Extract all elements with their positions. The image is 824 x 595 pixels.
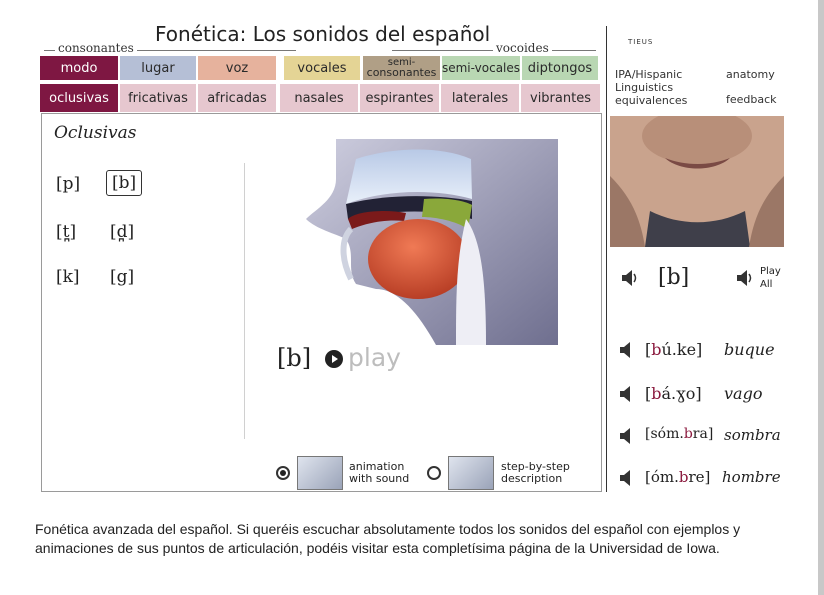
- example-4-speaker-icon[interactable]: [618, 468, 636, 488]
- scrollbar-strip: [818, 0, 824, 595]
- tab-oclusivas[interactable]: oclusivas: [40, 84, 118, 112]
- phoneme-b-selected[interactable]: [b]: [106, 170, 143, 196]
- example-1-ipa: [bú.ke]: [645, 340, 702, 359]
- tab-fricativas[interactable]: fricativas: [120, 84, 196, 112]
- speaker-icon[interactable]: [620, 268, 638, 288]
- tab-semiconsonantes-bottom: consonantes: [366, 66, 437, 79]
- tab-modo[interactable]: modo: [40, 56, 118, 80]
- example-1-highlight: b: [651, 340, 662, 359]
- anatomy-link[interactable]: anatomy: [726, 68, 775, 81]
- example-4-word: hombre: [722, 468, 781, 486]
- example-4-pre: [óm.: [645, 468, 679, 486]
- example-2-ipa: [bá.ɣo]: [645, 384, 702, 403]
- tieus-logo: TIEUS: [628, 38, 654, 46]
- stepbystep-thumbnail[interactable]: [448, 456, 494, 490]
- play-all-speaker-icon[interactable]: [735, 268, 753, 288]
- example-4-ipa: [óm.bre]: [645, 468, 710, 486]
- example-3-word: sombra: [724, 426, 781, 444]
- tab-laterales[interactable]: laterales: [441, 84, 519, 112]
- tab-vocales[interactable]: vocales: [284, 56, 360, 80]
- example-2-word: vago: [724, 384, 763, 403]
- phoneme-k[interactable]: [k]: [56, 267, 80, 287]
- ipa-equivalences-link[interactable]: IPA/Hispanic Linguistics equivalences: [615, 68, 687, 107]
- panel-divider: [606, 26, 607, 492]
- player-ipa: [b]: [277, 344, 312, 372]
- phoneme-t[interactable]: [t̪]: [56, 222, 76, 242]
- play-button-label[interactable]: play: [348, 343, 401, 372]
- example-3-speaker-icon[interactable]: [618, 426, 636, 446]
- list-divider: [244, 163, 245, 439]
- current-phoneme: [b]: [658, 265, 690, 290]
- play-all-label[interactable]: Play All: [760, 265, 781, 291]
- example-3-pre: [sóm.: [645, 426, 684, 442]
- vocoides-group-label: vocoides: [493, 41, 552, 55]
- example-2-post: á.ɣo]: [661, 384, 702, 403]
- stepbystep-option-label: step-by-step description: [501, 460, 570, 485]
- animation-thumbnail[interactable]: [297, 456, 343, 490]
- phoneme-g[interactable]: [g]: [110, 267, 134, 287]
- example-1-word: buque: [724, 340, 775, 359]
- app-title: Fonética: Los sonidos del español: [155, 22, 491, 46]
- consonantes-group-label: consonantes: [55, 41, 137, 55]
- stepbystep-radio[interactable]: [427, 466, 441, 480]
- tab-vibrantes[interactable]: vibrantes: [521, 84, 600, 112]
- phoneme-d[interactable]: [d̪]: [110, 222, 134, 242]
- example-1-speaker-icon[interactable]: [618, 340, 636, 360]
- example-3-highlight: b: [683, 426, 693, 442]
- example-3-post: ra]: [692, 426, 714, 442]
- image-caption: Fonética avanzada del español. Si queréi…: [35, 521, 741, 556]
- animation-option-label: animation with sound: [349, 460, 410, 485]
- tab-nasales[interactable]: nasales: [280, 84, 358, 112]
- tab-voz[interactable]: voz: [198, 56, 276, 80]
- tab-semiconsonantes[interactable]: semi- consonantes: [363, 56, 440, 80]
- tab-espirantes[interactable]: espirantes: [360, 84, 439, 112]
- example-3-ipa: [sóm.bra]: [645, 426, 713, 442]
- example-2-speaker-icon[interactable]: [618, 384, 636, 404]
- phoneme-p[interactable]: [p]: [56, 174, 80, 194]
- tab-africadas[interactable]: africadas: [198, 84, 276, 112]
- section-title: Oclusivas: [54, 123, 137, 143]
- tab-lugar[interactable]: lugar: [120, 56, 196, 80]
- feedback-link[interactable]: feedback: [726, 93, 777, 106]
- example-1-post: ú.ke]: [661, 340, 703, 359]
- tab-diptongos[interactable]: diptongos: [522, 56, 598, 80]
- example-4-post: re]: [688, 468, 711, 486]
- tab-semivocales[interactable]: semi-vocales: [442, 56, 520, 80]
- vocal-tract-illustration: [306, 139, 560, 345]
- speaker-face-video: [610, 116, 784, 247]
- play-icon[interactable]: [325, 350, 343, 368]
- example-2-highlight: b: [651, 384, 662, 403]
- animation-radio[interactable]: [276, 466, 290, 480]
